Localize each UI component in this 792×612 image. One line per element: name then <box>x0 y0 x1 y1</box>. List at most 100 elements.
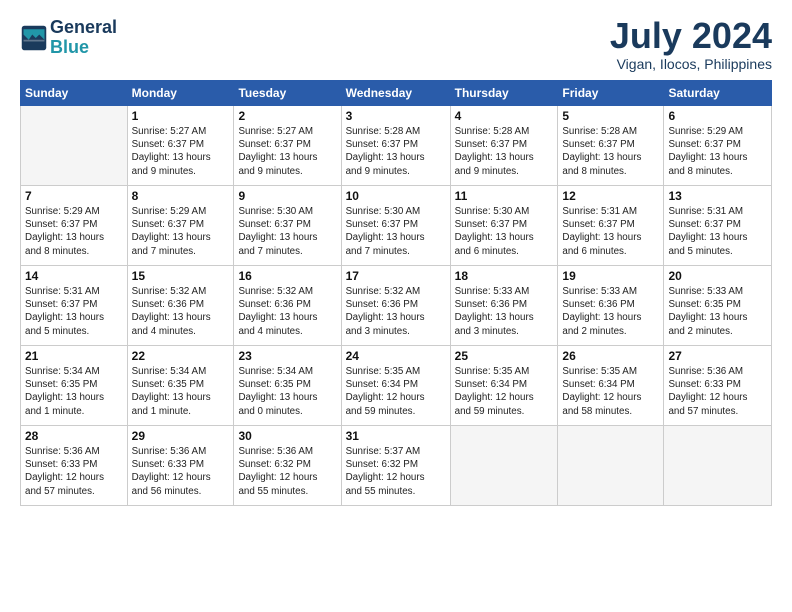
calendar-cell: 30Sunrise: 5:36 AMSunset: 6:32 PMDayligh… <box>234 426 341 506</box>
day-number: 8 <box>132 189 230 203</box>
day-number: 25 <box>455 349 554 363</box>
calendar-cell: 22 Sunrise: 5:34 AMSunset: 6:35 PMDayligh… <box>127 346 234 426</box>
week-row-2: 7Sunrise: 5:29 AMSunset: 6:37 PMDaylight… <box>21 186 772 266</box>
day-number: 16 <box>238 269 336 283</box>
day-number: 18 <box>455 269 554 283</box>
calendar-table: SundayMondayTuesdayWednesdayThursdayFrid… <box>20 80 772 506</box>
calendar-cell: 3 Sunrise: 5:28 AMSunset: 6:37 PMDaylight… <box>341 106 450 186</box>
day-number: 13 <box>668 189 767 203</box>
calendar-cell: 20Sunrise: 5:33 AMSunset: 6:35 PMDayligh… <box>664 266 772 346</box>
weekday-header-thursday: Thursday <box>450 81 558 106</box>
day-number: 15 <box>132 269 230 283</box>
page: General Blue July 2024 Vigan, Ilocos, Ph… <box>0 0 792 612</box>
day-info: Sunrise: 5:37 AMSunset: 6:32 PMDaylight:… <box>346 445 446 498</box>
day-info: Sunrise: 5:30 AMSunset: 6:37 PMDaylight:… <box>346 205 446 258</box>
calendar-cell: 14 Sunrise: 5:31 AMSunset: 6:37 PMDayligh… <box>21 266 128 346</box>
month-title: July 2024 <box>610 18 772 54</box>
day-number: 31 <box>346 429 446 443</box>
week-row-3: 14 Sunrise: 5:31 AMSunset: 6:37 PMDayligh… <box>21 266 772 346</box>
calendar-cell: 8 Sunrise: 5:29 AMSunset: 6:37 PMDaylight… <box>127 186 234 266</box>
day-number: 21 <box>25 349 123 363</box>
weekday-header-sunday: Sunday <box>21 81 128 106</box>
day-number: 23 <box>238 349 336 363</box>
day-number: 1 <box>132 109 230 123</box>
day-info: Sunrise: 5:33 AMSunset: 6:36 PMDaylight:… <box>562 285 659 338</box>
day-info: Sunrise: 5:33 AMSunset: 6:36 PMDaylight:… <box>455 285 554 338</box>
day-number: 27 <box>668 349 767 363</box>
day-info: Sunrise: 5:27 AMSunset: 6:37 PMDaylight:… <box>132 125 230 178</box>
calendar-cell: 7Sunrise: 5:29 AMSunset: 6:37 PMDaylight… <box>21 186 128 266</box>
day-info: Sunrise: 5:32 AMSunset: 6:36 PMDaylight:… <box>346 285 446 338</box>
day-number: 11 <box>455 189 554 203</box>
day-info: Sunrise: 5:33 AMSunset: 6:35 PMDaylight:… <box>668 285 767 338</box>
calendar-cell: 10 Sunrise: 5:30 AMSunset: 6:37 PMDayligh… <box>341 186 450 266</box>
day-info: Sunrise: 5:30 AMSunset: 6:37 PMDaylight:… <box>238 205 336 258</box>
calendar-cell: 12 Sunrise: 5:31 AMSunset: 6:37 PMDayligh… <box>558 186 664 266</box>
calendar-cell: 18 Sunrise: 5:33 AMSunset: 6:36 PMDayligh… <box>450 266 558 346</box>
day-number: 2 <box>238 109 336 123</box>
day-info: Sunrise: 5:35 AMSunset: 6:34 PMDaylight:… <box>455 365 554 418</box>
logo-line2: Blue <box>50 37 89 57</box>
calendar-cell: 17Sunrise: 5:32 AMSunset: 6:36 PMDayligh… <box>341 266 450 346</box>
day-info: Sunrise: 5:32 AMSunset: 6:36 PMDaylight:… <box>132 285 230 338</box>
calendar-cell: 9 Sunrise: 5:30 AMSunset: 6:37 PMDaylight… <box>234 186 341 266</box>
day-number: 30 <box>238 429 336 443</box>
day-info: Sunrise: 5:35 AMSunset: 6:34 PMDaylight:… <box>346 365 446 418</box>
weekday-header-saturday: Saturday <box>664 81 772 106</box>
calendar-header-row: SundayMondayTuesdayWednesdayThursdayFrid… <box>21 81 772 106</box>
weekday-header-monday: Monday <box>127 81 234 106</box>
day-number: 9 <box>238 189 336 203</box>
day-number: 19 <box>562 269 659 283</box>
week-row-1: 1 Sunrise: 5:27 AMSunset: 6:37 PMDaylight… <box>21 106 772 186</box>
day-number: 29 <box>132 429 230 443</box>
week-row-4: 21 Sunrise: 5:34 AMSunset: 6:35 PMDayligh… <box>21 346 772 426</box>
day-info: Sunrise: 5:29 AMSunset: 6:37 PMDaylight:… <box>668 125 767 178</box>
calendar-cell: 19 Sunrise: 5:33 AMSunset: 6:36 PMDayligh… <box>558 266 664 346</box>
day-number: 14 <box>25 269 123 283</box>
weekday-header-wednesday: Wednesday <box>341 81 450 106</box>
day-info: Sunrise: 5:34 AMSunset: 6:35 PMDaylight:… <box>238 365 336 418</box>
calendar-cell: 2Sunrise: 5:27 AMSunset: 6:37 PMDaylight… <box>234 106 341 186</box>
logo-icon <box>20 24 48 52</box>
day-info: Sunrise: 5:30 AMSunset: 6:37 PMDaylight:… <box>455 205 554 258</box>
calendar-cell: 11 Sunrise: 5:30 AMSunset: 6:37 PMDayligh… <box>450 186 558 266</box>
day-number: 6 <box>668 109 767 123</box>
day-info: Sunrise: 5:31 AMSunset: 6:37 PMDaylight:… <box>25 285 123 338</box>
week-row-5: 28Sunrise: 5:36 AMSunset: 6:33 PMDayligh… <box>21 426 772 506</box>
day-number: 22 <box>132 349 230 363</box>
day-info: Sunrise: 5:31 AMSunset: 6:37 PMDaylight:… <box>668 205 767 258</box>
day-info: Sunrise: 5:32 AMSunset: 6:36 PMDaylight:… <box>238 285 336 338</box>
day-info: Sunrise: 5:28 AMSunset: 6:37 PMDaylight:… <box>455 125 554 178</box>
day-info: Sunrise: 5:34 AMSunset: 6:35 PMDaylight:… <box>25 365 123 418</box>
day-number: 12 <box>562 189 659 203</box>
calendar-cell: 13 Sunrise: 5:31 AMSunset: 6:37 PMDayligh… <box>664 186 772 266</box>
logo-text: General Blue <box>50 18 117 58</box>
calendar-cell: 1 Sunrise: 5:27 AMSunset: 6:37 PMDaylight… <box>127 106 234 186</box>
calendar-cell: 31 Sunrise: 5:37 AMSunset: 6:32 PMDayligh… <box>341 426 450 506</box>
calendar-cell: 24 Sunrise: 5:35 AMSunset: 6:34 PMDayligh… <box>341 346 450 426</box>
calendar-cell <box>21 106 128 186</box>
calendar-cell <box>664 426 772 506</box>
weekday-header-tuesday: Tuesday <box>234 81 341 106</box>
day-info: Sunrise: 5:31 AMSunset: 6:37 PMDaylight:… <box>562 205 659 258</box>
day-info: Sunrise: 5:28 AMSunset: 6:37 PMDaylight:… <box>562 125 659 178</box>
day-number: 10 <box>346 189 446 203</box>
day-number: 26 <box>562 349 659 363</box>
weekday-header-friday: Friday <box>558 81 664 106</box>
calendar-cell: 5 Sunrise: 5:28 AMSunset: 6:37 PMDaylight… <box>558 106 664 186</box>
calendar-cell: 21 Sunrise: 5:34 AMSunset: 6:35 PMDayligh… <box>21 346 128 426</box>
calendar-cell <box>558 426 664 506</box>
day-info: Sunrise: 5:35 AMSunset: 6:34 PMDaylight:… <box>562 365 659 418</box>
day-number: 24 <box>346 349 446 363</box>
day-number: 5 <box>562 109 659 123</box>
logo: General Blue <box>20 18 117 58</box>
day-info: Sunrise: 5:34 AMSunset: 6:35 PMDaylight:… <box>132 365 230 418</box>
calendar-cell: 4Sunrise: 5:28 AMSunset: 6:37 PMDaylight… <box>450 106 558 186</box>
calendar-cell: 26 Sunrise: 5:35 AMSunset: 6:34 PMDayligh… <box>558 346 664 426</box>
day-info: Sunrise: 5:28 AMSunset: 6:37 PMDaylight:… <box>346 125 446 178</box>
location: Vigan, Ilocos, Philippines <box>610 56 772 72</box>
logo-line1: General <box>50 18 117 38</box>
calendar-cell: 27Sunrise: 5:36 AMSunset: 6:33 PMDayligh… <box>664 346 772 426</box>
day-number: 3 <box>346 109 446 123</box>
day-info: Sunrise: 5:29 AMSunset: 6:37 PMDaylight:… <box>132 205 230 258</box>
